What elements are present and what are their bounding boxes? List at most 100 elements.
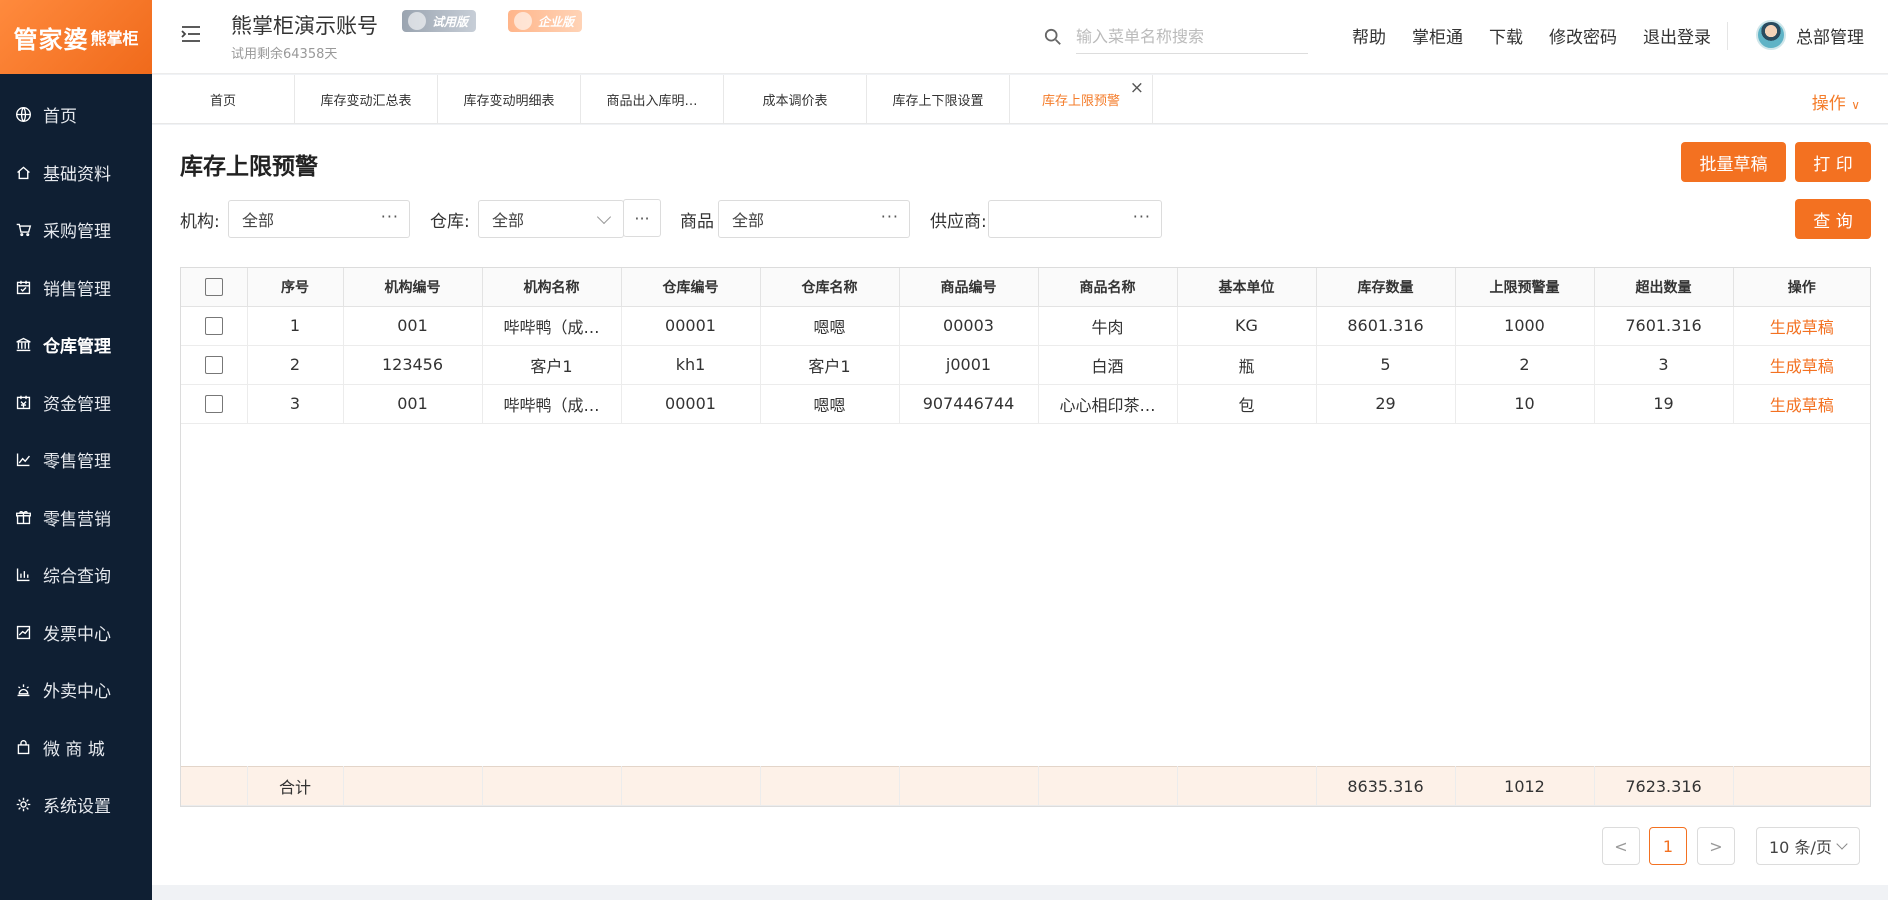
org-select[interactable]: 全部 ···	[228, 200, 410, 238]
page-1-button[interactable]: 1	[1649, 827, 1687, 865]
page-size-select[interactable]: 10 条/页	[1756, 827, 1860, 865]
chevron-down-icon	[1836, 838, 1848, 850]
product-label: 商品	[680, 212, 714, 232]
calendar-icon	[14, 278, 32, 296]
download-link[interactable]: 下载	[1489, 23, 1523, 48]
table-row[interactable]: 3 001 哔哔鸭（成… 00001 嗯嗯 907446744 心心相印茶… 包…	[181, 384, 1870, 424]
more-icon[interactable]: ···	[381, 207, 399, 226]
gear-icon	[14, 796, 32, 814]
user-menu[interactable]: 总部管理	[1756, 20, 1864, 50]
column-header[interactable]: 超出数量	[1594, 268, 1734, 307]
column-header[interactable]: 仓库编号	[621, 268, 761, 307]
supplier-select[interactable]: ···	[988, 200, 1162, 238]
chevron-down-icon	[596, 209, 612, 225]
cell: 2	[247, 345, 344, 385]
star-icon	[514, 12, 532, 30]
table-header-row: 序号 机构编号 机构名称 仓库编号 仓库名称 商品编号 商品名称 基本单位 库存…	[181, 268, 1870, 307]
select-all-cell[interactable]	[181, 268, 248, 307]
tab-stock-change-detail[interactable]: 库存变动明细表	[438, 75, 581, 124]
logo-main: 管家婆	[13, 24, 89, 54]
brand-logo[interactable]: 管家婆 熊掌柜	[0, 0, 152, 74]
chart-icon	[14, 451, 32, 469]
cell: 001	[343, 306, 483, 346]
generate-draft-link[interactable]: 生成草稿	[1770, 318, 1834, 337]
sidebar-item-basic-data[interactable]: 基础资料	[0, 144, 152, 202]
tab-stock-upper-warning[interactable]: 库存上限预警 ×	[1010, 75, 1153, 124]
sidebar-item-purchase[interactable]: 采购管理	[0, 201, 152, 259]
cell: 心心相印茶…	[1038, 384, 1178, 424]
sidebar-item-takeaway[interactable]: 外卖中心	[0, 661, 152, 719]
tab-cost-adjust[interactable]: 成本调价表	[724, 75, 867, 124]
next-page-button[interactable]: >	[1697, 827, 1735, 865]
sidebar-item-mall[interactable]: 微 商 城	[0, 719, 152, 777]
close-icon[interactable]: ×	[1130, 78, 1144, 98]
change-password-link[interactable]: 修改密码	[1549, 23, 1617, 48]
column-header[interactable]: 仓库名称	[760, 268, 900, 307]
prev-page-button[interactable]: <	[1602, 827, 1640, 865]
column-header[interactable]: 机构编号	[343, 268, 483, 307]
column-header: 操作	[1733, 268, 1870, 307]
header-links: 帮助 掌柜通 下载 修改密码 退出登录	[1352, 23, 1737, 48]
row-checkbox[interactable]	[204, 395, 223, 414]
sidebar-item-label: 采购管理	[43, 222, 111, 243]
sidebar-item-warehouse[interactable]: 仓库管理	[0, 316, 152, 374]
more-icon[interactable]: ···	[1133, 207, 1151, 226]
print-button[interactable]: 打 印	[1795, 142, 1871, 182]
sidebar-item-home[interactable]: 首页	[0, 86, 152, 144]
column-header[interactable]: 库存数量	[1316, 268, 1456, 307]
bag-icon	[14, 738, 32, 756]
sidebar-item-finance[interactable]: 资金管理	[0, 374, 152, 432]
sidebar-item-sales[interactable]: 销售管理	[0, 259, 152, 317]
column-header[interactable]: 机构名称	[482, 268, 622, 307]
gift-icon	[14, 508, 32, 526]
cell: 客户1	[482, 345, 622, 385]
help-link[interactable]: 帮助	[1352, 23, 1386, 48]
column-header[interactable]: 序号	[247, 268, 344, 307]
warehouse-select[interactable]: 全部	[478, 200, 624, 238]
sidebar-item-settings[interactable]: 系统设置	[0, 776, 152, 834]
tab-stock-change-summary[interactable]: 库存变动汇总表	[295, 75, 438, 124]
cell: 00001	[621, 306, 761, 346]
column-header[interactable]: 商品名称	[1038, 268, 1178, 307]
column-header[interactable]: 基本单位	[1177, 268, 1317, 307]
tab-product-in-out[interactable]: 商品出入库明…	[581, 75, 724, 124]
tab-stock-limit-settings[interactable]: 库存上下限设置	[867, 75, 1010, 124]
total-row: 合计 8635.316 1012 7623.316	[181, 766, 1870, 806]
account-title: 熊掌柜演示账号	[231, 14, 378, 38]
menu-toggle-icon[interactable]	[180, 24, 200, 42]
org-label: 机构:	[180, 212, 220, 232]
warning-table: 序号 机构编号 机构名称 仓库编号 仓库名称 商品编号 商品名称 基本单位 库存…	[180, 267, 1871, 807]
page-tabs: 首页 库存变动汇总表 库存变动明细表 商品出入库明… 成本调价表 库存上下限设置…	[152, 75, 1888, 124]
column-header[interactable]: 上限预警量	[1455, 268, 1595, 307]
sidebar-item-query[interactable]: 综合查询	[0, 546, 152, 604]
row-checkbox[interactable]	[204, 356, 223, 375]
more-icon: ···	[634, 208, 650, 228]
sidebar-item-invoice[interactable]: 发票中心	[0, 604, 152, 662]
cell: 哔哔鸭（成…	[482, 306, 622, 346]
table-row[interactable]: 2 123456 客户1 kh1 客户1 j0001 白酒 瓶 5 2 3 生成…	[181, 345, 1870, 385]
zhanggui-link[interactable]: 掌柜通	[1412, 23, 1463, 48]
sidebar-item-marketing[interactable]: 零售营销	[0, 489, 152, 547]
enterprise-badge: 企业版	[508, 10, 583, 32]
query-button[interactable]: 查 询	[1795, 199, 1871, 239]
tab-home[interactable]: 首页	[152, 75, 295, 124]
alarm-icon	[14, 681, 32, 699]
table-row[interactable]: 1 001 哔哔鸭（成… 00001 嗯嗯 00003 牛肉 KG 8601.3…	[181, 306, 1870, 346]
generate-draft-link[interactable]: 生成草稿	[1770, 357, 1834, 376]
row-checkbox[interactable]	[204, 317, 223, 336]
tab-operations-dropdown[interactable]: 操作 ∨	[1812, 89, 1860, 114]
batch-draft-button[interactable]: 批量草稿	[1681, 142, 1786, 182]
search-icon[interactable]	[1044, 28, 1062, 46]
sidebar-item-retail[interactable]: 零售管理	[0, 431, 152, 489]
sidebar-item-label: 零售营销	[43, 509, 111, 530]
generate-draft-link[interactable]: 生成草稿	[1770, 396, 1834, 415]
tab-label: 库存上限预警	[1041, 94, 1120, 109]
product-select[interactable]: 全部 ···	[718, 200, 910, 238]
column-header[interactable]: 商品编号	[899, 268, 1039, 307]
search-input[interactable]	[1076, 20, 1308, 54]
logout-link[interactable]: 退出登录	[1643, 23, 1711, 48]
select-all-checkbox[interactable]	[204, 277, 223, 296]
more-icon[interactable]: ···	[881, 207, 899, 226]
cell: 客户1	[760, 345, 900, 385]
warehouse-more-button[interactable]: ···	[623, 199, 661, 237]
